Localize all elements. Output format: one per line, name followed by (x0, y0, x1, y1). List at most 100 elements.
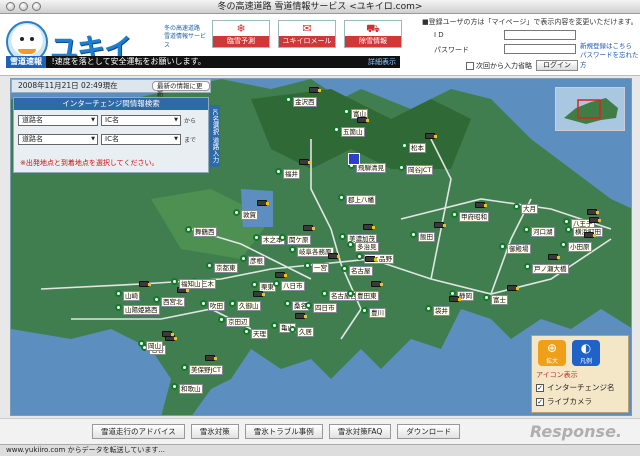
interchange-marker-icon[interactable] (115, 290, 122, 297)
interchange-label[interactable]: 西宮北 (161, 297, 185, 307)
interchange-label[interactable]: 袋井 (433, 306, 450, 316)
interchange-marker-icon[interactable] (233, 209, 240, 216)
zoom-window-button[interactable] (32, 2, 41, 11)
interchange-marker-icon[interactable] (499, 243, 506, 250)
live-camera-icon[interactable] (449, 296, 461, 302)
interchange-label[interactable]: 一宮 (312, 263, 329, 273)
interchange-marker-icon[interactable] (565, 226, 572, 233)
interchange-label[interactable]: 天理 (251, 329, 268, 339)
interchange-label[interactable]: 山崎 (123, 291, 140, 301)
refresh-button[interactable]: 最新の情報に更新 (152, 81, 210, 98)
interchange-marker-icon[interactable] (253, 234, 260, 241)
live-camera-icon[interactable] (475, 202, 487, 208)
interchange-label[interactable]: 御殿場 (507, 244, 531, 254)
interchange-marker-icon[interactable] (321, 290, 328, 297)
live-camera-icon[interactable] (328, 253, 340, 259)
live-camera-icon[interactable] (295, 313, 307, 319)
overview-minimap[interactable] (555, 87, 625, 131)
footer-download-button[interactable]: ダウンロード (397, 424, 461, 439)
interchange-label[interactable]: 福知山 (179, 279, 203, 289)
interchange-marker-icon[interactable] (483, 294, 490, 301)
interchange-marker-icon[interactable] (451, 211, 458, 218)
interchange-label[interactable]: 久居 (297, 327, 314, 337)
interchange-label[interactable]: 甲府昭和 (459, 212, 489, 222)
interchange-marker-icon[interactable] (185, 226, 192, 233)
interchange-label[interactable]: 五箇山 (341, 127, 365, 137)
remember-checkbox[interactable]: 次回から入力省略 (466, 61, 532, 71)
road-select-to[interactable]: 道路名 (18, 134, 98, 145)
interchange-label[interactable]: 豊川 (369, 308, 386, 318)
interchange-marker-icon[interactable] (284, 300, 291, 307)
interchange-marker-icon[interactable] (361, 307, 368, 314)
toggle-ic-names[interactable]: ✓ インターチェンジ名 (536, 382, 615, 393)
interchange-marker-icon[interactable] (251, 281, 258, 288)
interchange-label[interactable]: 八日市 (281, 281, 305, 291)
interchange-label[interactable]: 多治見 (355, 242, 379, 252)
interchange-label[interactable]: 戸ノ瀬大橋 (532, 264, 569, 274)
nav-mail-button[interactable]: ✉ ユキイロメール (278, 20, 336, 48)
interchange-label[interactable]: 岡谷JCT (406, 165, 434, 175)
interchange-marker-icon[interactable] (524, 263, 531, 270)
ic-select-to[interactable]: IC名 (101, 134, 181, 145)
interchange-label[interactable]: 敦賀 (241, 210, 258, 220)
interchange-marker-icon[interactable] (275, 168, 282, 175)
live-camera-icon[interactable] (371, 281, 383, 287)
interchange-marker-icon[interactable] (289, 246, 296, 253)
login-button[interactable]: ログイン (536, 60, 578, 71)
id-input[interactable] (504, 30, 576, 40)
interchange-label[interactable]: 京田辺 (226, 317, 250, 327)
live-camera-icon[interactable] (589, 217, 601, 223)
interchange-label[interactable]: 彦根 (248, 256, 265, 266)
interchange-label[interactable]: 松本 (409, 143, 426, 153)
interchange-marker-icon[interactable] (347, 290, 354, 297)
interchange-marker-icon[interactable] (425, 305, 432, 312)
live-camera-icon[interactable] (309, 87, 321, 93)
interchange-label[interactable]: 京都東 (214, 263, 238, 273)
live-camera-icon[interactable] (303, 225, 315, 231)
close-window-button[interactable] (6, 2, 15, 11)
password-input[interactable] (504, 44, 576, 54)
interchange-marker-icon[interactable] (398, 164, 405, 171)
live-camera-icon[interactable] (363, 224, 375, 230)
interchange-marker-icon[interactable] (206, 262, 213, 269)
interchange-marker-icon[interactable] (229, 300, 236, 307)
remember-checkbox-box[interactable] (466, 62, 474, 70)
interchange-marker-icon[interactable] (410, 231, 417, 238)
road-select-from[interactable]: 道路名 (18, 115, 98, 126)
interchange-marker-icon[interactable] (289, 326, 296, 333)
ticker-more-link[interactable]: 詳細表示 (368, 56, 396, 68)
nav-forecast-button[interactable]: ❄ 臨雪予測 (212, 20, 270, 48)
interchange-label[interactable]: 四日市 (313, 303, 337, 313)
interchange-marker-icon[interactable] (271, 322, 278, 329)
interchange-marker-icon[interactable] (138, 340, 145, 347)
interchange-label[interactable]: 久御山 (237, 301, 261, 311)
interchange-marker-icon[interactable] (243, 328, 250, 335)
interchange-marker-icon[interactable] (560, 241, 567, 248)
highlight-icon[interactable] (348, 153, 360, 165)
live-camera-checkbox[interactable]: ✓ (536, 397, 544, 406)
ic-names-checkbox[interactable]: ✓ (536, 383, 544, 392)
live-camera-icon[interactable] (299, 159, 311, 165)
interchange-label[interactable]: 飯田 (418, 232, 435, 242)
nav-snow-removal-button[interactable]: ⛟ 除雪情報 (344, 20, 402, 48)
live-camera-icon[interactable] (425, 133, 437, 139)
interchange-label[interactable]: 舞鶴西 (193, 227, 217, 237)
footer-measures-button[interactable]: 雪氷対策 (190, 424, 239, 439)
interchange-marker-icon[interactable] (338, 194, 345, 201)
live-camera-icon[interactable] (205, 355, 217, 361)
live-camera-icon[interactable] (587, 209, 599, 215)
interchange-marker-icon[interactable] (171, 278, 178, 285)
interchange-marker-icon[interactable] (347, 241, 354, 248)
forgot-password-link[interactable]: パスワードを忘れた方 (580, 49, 640, 69)
interchange-label[interactable]: 豊田東 (355, 291, 379, 301)
live-camera-icon[interactable] (275, 272, 287, 278)
interchange-marker-icon[interactable] (563, 218, 570, 225)
interchange-label[interactable]: 河口湖 (531, 227, 555, 237)
minimize-window-button[interactable] (19, 2, 28, 11)
live-camera-icon[interactable] (584, 232, 596, 238)
interchange-marker-icon[interactable] (285, 96, 292, 103)
interchange-marker-icon[interactable] (171, 383, 178, 390)
footer-faq-button[interactable]: 雪氷対策FAQ (328, 424, 392, 439)
interchange-label[interactable]: 富士 (491, 295, 508, 305)
interchange-label[interactable]: 和歌山 (179, 384, 203, 394)
